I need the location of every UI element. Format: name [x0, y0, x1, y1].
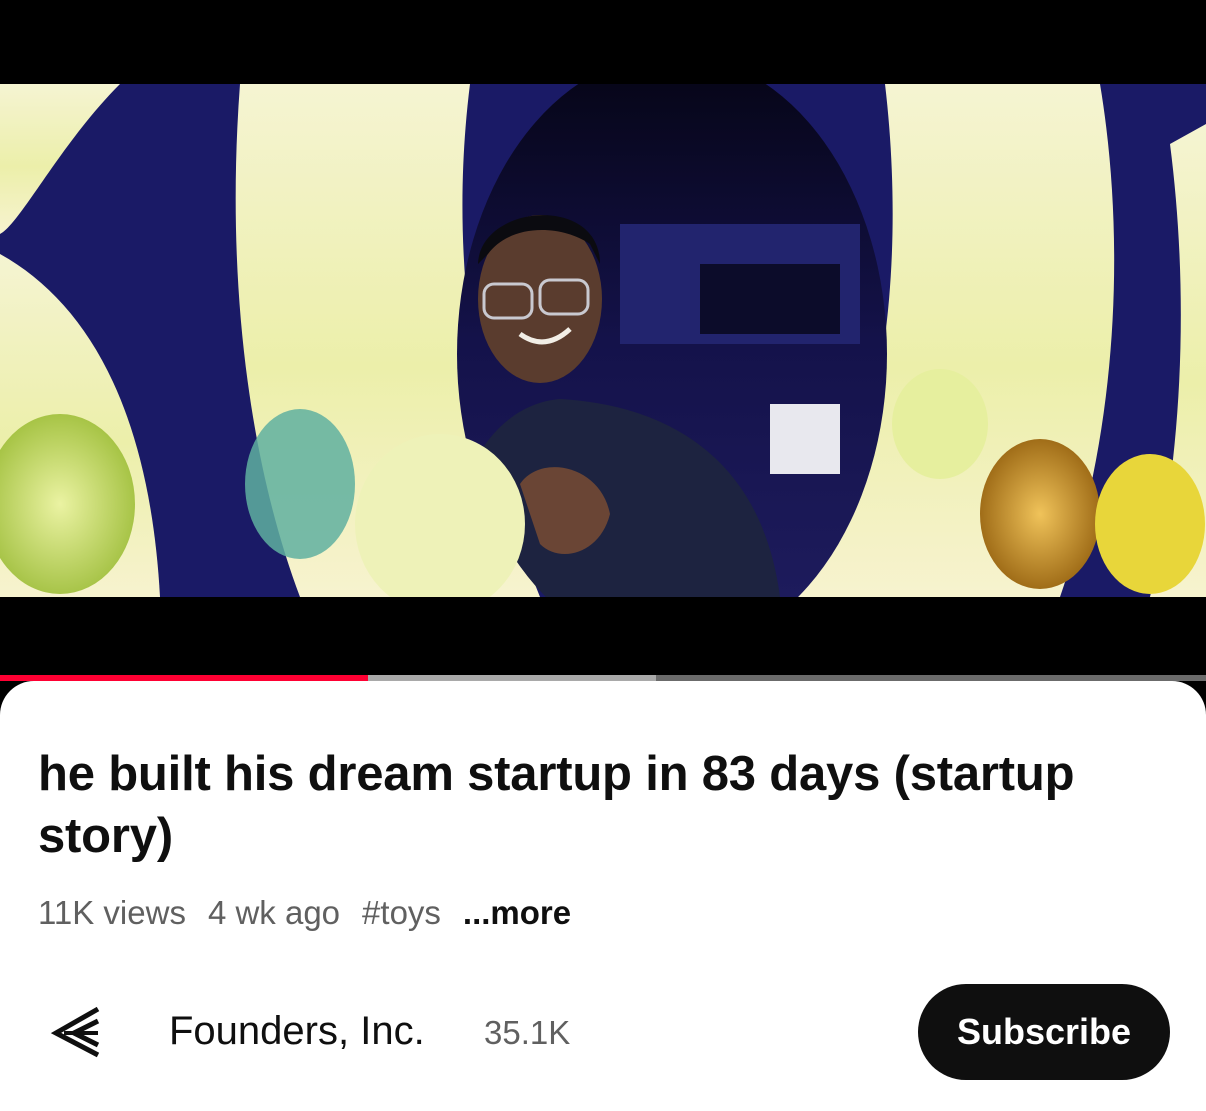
- channel-row: Founders, Inc. 35.1K Subscribe: [0, 981, 1206, 1081]
- upload-age: 4 wk ago: [207, 894, 341, 931]
- video-info-sheet: he built his dream startup in 83 days (s…: [0, 681, 1206, 1111]
- hashtag-link[interactable]: #toys: [362, 894, 441, 932]
- video-watch-page: he built his dream startup in 83 days (s…: [0, 0, 1206, 1111]
- subscriber-count: 35.1K: [484, 1014, 571, 1051]
- view-count: 11K views: [38, 894, 186, 931]
- founders-inc-logo-icon[interactable]: [48, 1003, 110, 1059]
- video-title[interactable]: he built his dream startup in 83 days (s…: [38, 743, 1138, 867]
- more-button[interactable]: ...more: [463, 894, 571, 932]
- video-frame[interactable]: [0, 84, 1206, 597]
- subscribe-button[interactable]: Subscribe: [918, 984, 1170, 1080]
- video-thumbnail-image: [0, 84, 1206, 597]
- video-player[interactable]: [0, 0, 1206, 681]
- video-metadata[interactable]: 11K views 4 wk ago #toys ...more: [38, 893, 571, 933]
- channel-name[interactable]: Founders, Inc.: [169, 1009, 425, 1054]
